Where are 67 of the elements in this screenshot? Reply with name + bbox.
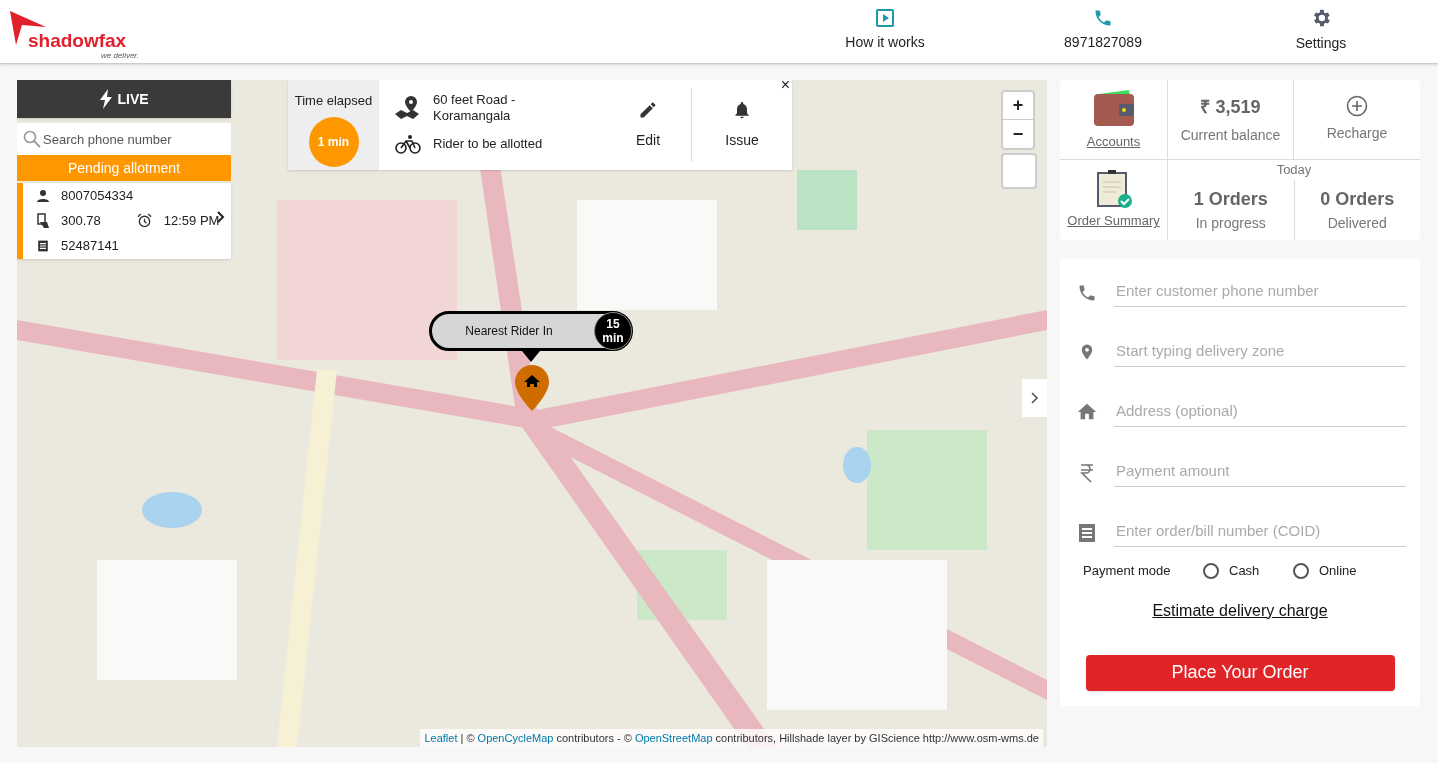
nav-button[interactable]: How it works [800,0,970,60]
expand-panel-button[interactable] [1022,379,1047,417]
attribution-link[interactable]: OpenCycleMap [477,731,554,744]
nearest-rider-label: Nearest Rider In [464,323,554,340]
text-field[interactable]: Enter customer phone number [1114,275,1406,307]
receipt-icon [37,239,49,252]
order-time: 12:59 PM [163,211,220,230]
payment-radio[interactable]: Online [1293,561,1383,581]
balance-label: Current balance [1180,125,1281,145]
text-field[interactable]: Payment amount [1114,455,1406,487]
chevron-right-icon [1030,392,1039,404]
attribution-link[interactable]: OpenStreetMap [634,731,713,744]
bicycle-icon [395,134,421,154]
payment-radio[interactable]: Cash [1203,561,1293,581]
receipt-icon [1077,523,1097,543]
lightning-icon [99,89,114,109]
today-label: Today [1275,161,1313,179]
phone-icon [1077,283,1097,303]
search-icon [23,130,41,148]
zoom-in-button[interactable]: + [1003,92,1033,120]
destination-marker-icon [514,365,550,411]
map-pin-icon [395,96,421,120]
customer-phone: 8007054334 [61,186,134,205]
delivery-address: 60 feet Road - Koramangala [433,92,517,124]
orders-label: In progress [1195,213,1266,233]
elapsed-time-badge: 1 min [308,116,359,167]
text-field[interactable]: Address (optional) [1114,395,1406,427]
order-amount: 300.78 [61,211,101,230]
person-icon [37,189,49,202]
bill-number: 52487141 [61,236,119,255]
wallet-icon [1092,87,1135,128]
play-icon [875,7,895,28]
orders-label: Delivered [1327,213,1387,233]
attribution-link[interactable]: Leaflet [424,731,458,744]
live-header[interactable]: LIVE [17,80,231,118]
rider-status: Rider to be allotted [433,135,543,154]
status-banner: Pending allotment [17,155,231,181]
alarm-clock-icon [136,213,152,228]
close-button[interactable]: × [780,80,790,93]
orders-count: 0 Orders [1320,187,1395,211]
accounts-link[interactable]: Accounts [1060,80,1168,160]
recharge-button[interactable]: Recharge [1294,80,1420,160]
payment-mode-label: Payment mode [1083,562,1172,580]
text-field[interactable]: Start typing delivery zone [1114,335,1406,367]
plus-circle-icon [1346,95,1368,117]
rupee-icon [1079,463,1095,483]
bell-icon [732,99,752,120]
eta-badge: 15 min [594,312,632,350]
map-layer-button[interactable] [1001,153,1037,189]
time-elapsed-label: Time elapsed [294,92,373,110]
search-field[interactable]: Search phone number [17,123,231,155]
logo[interactable]: shadowfax we deliver. [8,4,143,61]
chevron-right-icon[interactable] [217,211,225,223]
live-title: LIVE [117,89,149,109]
clipboard-check-icon [1094,169,1133,210]
nav-button[interactable]: Settings [1236,0,1406,60]
place-order-button[interactable]: Place Your Order [1085,654,1395,691]
text-field[interactable]: Enter order/bill number (COID) [1114,515,1406,547]
zoom-out-button[interactable]: − [1003,120,1033,148]
order-summary-link[interactable]: Order Summary [1060,160,1168,240]
estimate-link[interactable]: Estimate delivery charge [1152,598,1328,623]
cash-hand-icon [37,212,49,229]
edit-button[interactable]: Edit [605,80,691,170]
balance-amount: ₹ 3,519 [1200,95,1261,119]
orders-count: 1 Orders [1193,187,1268,211]
nav-button[interactable]: 8971827089 [1018,0,1188,60]
order-card[interactable]: 8007054334 300.78 12:59 PM 52487141 [17,183,231,259]
